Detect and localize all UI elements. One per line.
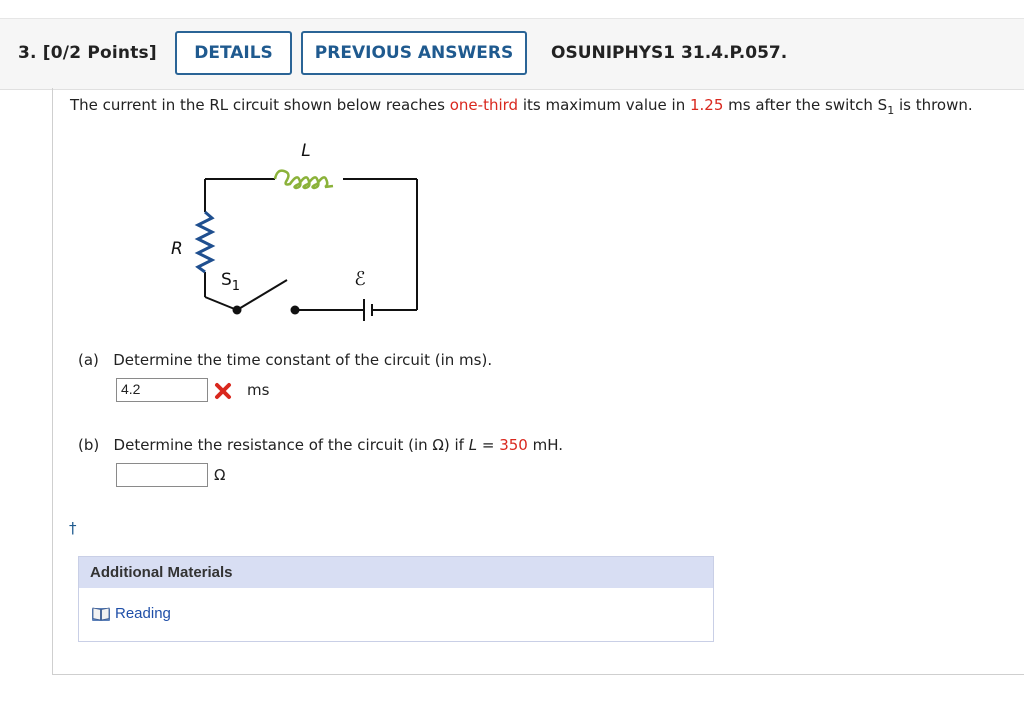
part-b-answer-input[interactable] [116,463,208,487]
question-number: 3. [0/2 Points] [18,43,157,63]
switch-lever [236,279,288,311]
x-icon [215,383,231,399]
inductor-label: L [301,141,310,161]
switch-contact [290,305,300,315]
switch-pivot [232,305,242,315]
emf-label: ℰ [354,268,366,290]
rl-circuit-diagram: L R S1 ℰ [171,141,418,321]
additional-materials-box: Additional Materials Reading [78,556,714,642]
part-a-prompt: (a) Determine the time constant of the c… [78,351,493,369]
details-button[interactable]: DETAILS [175,31,292,75]
course-code: OSUNIPHYS1 31.4.P.057. [551,43,788,63]
question-text: The current in the RL circuit shown belo… [70,96,973,117]
additional-materials-heading: Additional Materials [79,557,713,588]
part-a-answer-input[interactable]: 4.2 [116,378,208,402]
resistor-label: R [171,239,183,259]
inductance-value: 350 [499,436,528,454]
part-b-unit: Ω [214,466,226,484]
fraction-highlight: one-third [449,96,519,114]
book-icon [92,607,110,621]
switch-label: S1 [221,270,240,294]
part-b-prompt: (b) Determine the resistance of the circ… [78,436,564,454]
previous-answers-button[interactable]: PREVIOUS ANSWERS [301,31,527,75]
time-value: 1.25 [690,96,724,114]
inductor-coil [273,169,334,190]
resistor-zigzag [194,210,216,274]
reading-link[interactable]: Reading [91,605,171,622]
question-header: 3. [0/2 Points] DETAILS PREVIOUS ANSWERS… [0,18,1024,90]
part-a-unit: ms [247,381,270,399]
reading-link-label[interactable]: Reading [115,605,171,622]
footnote-dagger[interactable]: † [69,519,77,537]
